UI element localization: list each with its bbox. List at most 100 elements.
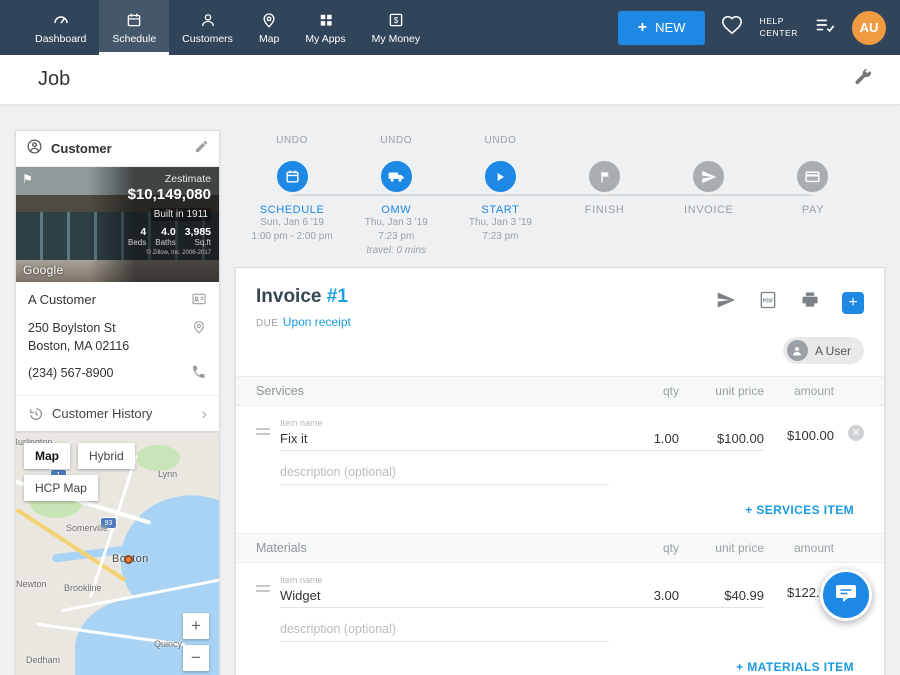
undo-start-link[interactable]: UNDO bbox=[448, 135, 552, 148]
drag-handle-icon[interactable] bbox=[256, 585, 270, 595]
step-pay: PAY bbox=[761, 135, 865, 258]
description-input[interactable] bbox=[280, 463, 609, 485]
qty-input[interactable] bbox=[609, 429, 679, 451]
invoice-card: Invoice #1 DUE Upon receipt PDF + A User… bbox=[235, 267, 885, 675]
unit-price-input[interactable] bbox=[679, 429, 764, 451]
undo-schedule-link[interactable]: UNDO bbox=[240, 135, 344, 148]
nav-item-label: My Apps bbox=[305, 33, 345, 45]
phone-icon[interactable] bbox=[191, 364, 207, 380]
chevron-right-icon: › bbox=[201, 405, 207, 422]
svg-text:PDF: PDF bbox=[763, 299, 775, 305]
customer-address-row: 250 Boylston St Boston, MA 02116 bbox=[28, 319, 207, 355]
service-item-row: Item name $100.00 ✕ bbox=[236, 406, 884, 451]
finish-flag-icon[interactable] bbox=[586, 158, 623, 195]
item-name-input[interactable] bbox=[280, 429, 609, 451]
invoice-number: #1 bbox=[327, 286, 348, 307]
materials-section-header: Materials qty unit price amount bbox=[236, 533, 884, 563]
customer-address: 250 Boylston St Boston, MA 02116 bbox=[28, 319, 129, 355]
invoice-due: DUE Upon receipt bbox=[256, 313, 864, 331]
undo-placeholder bbox=[553, 135, 657, 148]
location-pin-icon[interactable] bbox=[191, 319, 207, 335]
map-label-brookline: Brookline bbox=[64, 583, 102, 593]
schedule-step-icon[interactable] bbox=[274, 158, 311, 195]
customer-history-label: Customer History bbox=[52, 406, 152, 421]
nav-item-my-money[interactable]: $ My Money bbox=[359, 0, 433, 55]
drag-handle-icon[interactable] bbox=[256, 428, 270, 438]
job-tools-icon[interactable] bbox=[852, 66, 874, 93]
nav-item-label: Map bbox=[259, 33, 279, 45]
invoice-title-text: Invoice bbox=[256, 286, 321, 307]
chat-widget-button[interactable] bbox=[820, 569, 872, 621]
step-omw: UNDO OMW Thu, Jan 3 '19 7:23 pm travel: … bbox=[344, 135, 448, 258]
map-type-button-hcp[interactable]: HCP Map bbox=[24, 475, 98, 501]
add-materials-item-link[interactable]: + MATERIALS ITEM bbox=[736, 660, 854, 674]
undo-omw-link[interactable]: UNDO bbox=[344, 135, 448, 148]
page-header: Job bbox=[0, 55, 900, 105]
nav-item-map[interactable]: Map bbox=[246, 0, 292, 55]
stat-sqft: 3,985 Sq.ft bbox=[185, 226, 211, 247]
assignee-chip[interactable]: A User bbox=[783, 337, 864, 364]
invoice-send-icon[interactable] bbox=[690, 158, 727, 195]
customer-card-header: Customer bbox=[16, 131, 219, 167]
user-avatar[interactable]: AU bbox=[852, 11, 886, 45]
remove-item-icon[interactable]: ✕ bbox=[848, 425, 864, 441]
stat-baths: 4.0 Baths bbox=[155, 226, 175, 247]
step-label: OMW bbox=[344, 204, 448, 216]
print-icon[interactable] bbox=[800, 290, 820, 315]
new-button-label: NEW bbox=[655, 20, 685, 35]
page-title: Job bbox=[38, 68, 70, 91]
map-pin-icon bbox=[260, 11, 278, 29]
start-play-icon[interactable] bbox=[482, 158, 519, 195]
assignee-name: A User bbox=[815, 344, 851, 358]
tasks-checklist-icon[interactable] bbox=[814, 14, 836, 41]
omw-truck-icon[interactable] bbox=[378, 158, 415, 195]
help-center-link[interactable]: HELP CENTER bbox=[759, 16, 798, 39]
col-unit-price: unit price bbox=[679, 384, 764, 398]
step-date: Sun, Jan 6 '19 bbox=[240, 216, 344, 230]
map-label-lynn: Lynn bbox=[158, 469, 177, 479]
pdf-icon[interactable]: PDF bbox=[758, 290, 778, 315]
map-card[interactable]: 93 1 Burlington Lynn Somerville Boston B… bbox=[15, 432, 220, 675]
step-time: 7:23 pm bbox=[448, 230, 552, 244]
customer-history-link[interactable]: Customer History › bbox=[16, 395, 219, 431]
pay-card-icon[interactable] bbox=[794, 158, 831, 195]
step-time: 1:00 pm - 2:00 pm bbox=[240, 230, 344, 244]
item-name-input[interactable] bbox=[280, 586, 609, 608]
contact-card-icon[interactable] bbox=[191, 291, 207, 307]
svg-text:$: $ bbox=[394, 16, 399, 25]
stat-label: Baths bbox=[155, 238, 175, 247]
due-value-link[interactable]: Upon receipt bbox=[283, 315, 351, 329]
nav-item-schedule[interactable]: Schedule bbox=[99, 0, 169, 55]
edit-customer-icon[interactable] bbox=[194, 139, 209, 159]
description-input[interactable] bbox=[280, 620, 609, 642]
item-name-cell: Item name bbox=[280, 575, 609, 608]
customer-icon bbox=[26, 138, 43, 160]
stat-value: 4 bbox=[128, 226, 146, 238]
nav-item-dashboard[interactable]: Dashboard bbox=[22, 0, 99, 55]
zestimate-label: Zestimate bbox=[97, 173, 211, 185]
step-label: FINISH bbox=[553, 204, 657, 216]
job-location-marker[interactable] bbox=[124, 555, 133, 564]
add-services-item-link[interactable]: + SERVICES ITEM bbox=[745, 503, 854, 517]
nav-item-customers[interactable]: Customers bbox=[169, 0, 246, 55]
step-label: SCHEDULE bbox=[240, 204, 344, 216]
material-item-row: Item name $122.97 ✕ bbox=[236, 563, 884, 608]
property-photo[interactable]: ⚑ Zestimate $10,149,080 Built in 1911 4 … bbox=[16, 167, 219, 282]
zoom-out-button[interactable]: − bbox=[183, 645, 209, 671]
map-label-newton: Newton bbox=[16, 579, 47, 589]
map-label-quincy: Quincy bbox=[154, 639, 182, 649]
map-type-button-hybrid[interactable]: Hybrid bbox=[78, 443, 135, 469]
qty-input[interactable] bbox=[609, 586, 679, 608]
property-stats: 4 Beds 4.0 Baths 3,985 Sq.ft bbox=[97, 226, 211, 247]
care-heart-icon[interactable] bbox=[721, 14, 743, 41]
unit-price-input[interactable] bbox=[679, 586, 764, 608]
new-button[interactable]: + NEW bbox=[618, 11, 706, 45]
stat-value: 3,985 bbox=[185, 226, 211, 238]
address-line1: 250 Boylston St bbox=[28, 321, 116, 335]
map-type-button-map[interactable]: Map bbox=[24, 443, 70, 469]
nav-item-my-apps[interactable]: My Apps bbox=[292, 0, 358, 55]
customer-phone-row: (234) 567-8900 bbox=[28, 364, 207, 382]
send-invoice-icon[interactable] bbox=[716, 290, 736, 315]
zoom-in-button[interactable]: + bbox=[183, 613, 209, 639]
add-invoice-item-button[interactable]: + bbox=[842, 292, 864, 314]
